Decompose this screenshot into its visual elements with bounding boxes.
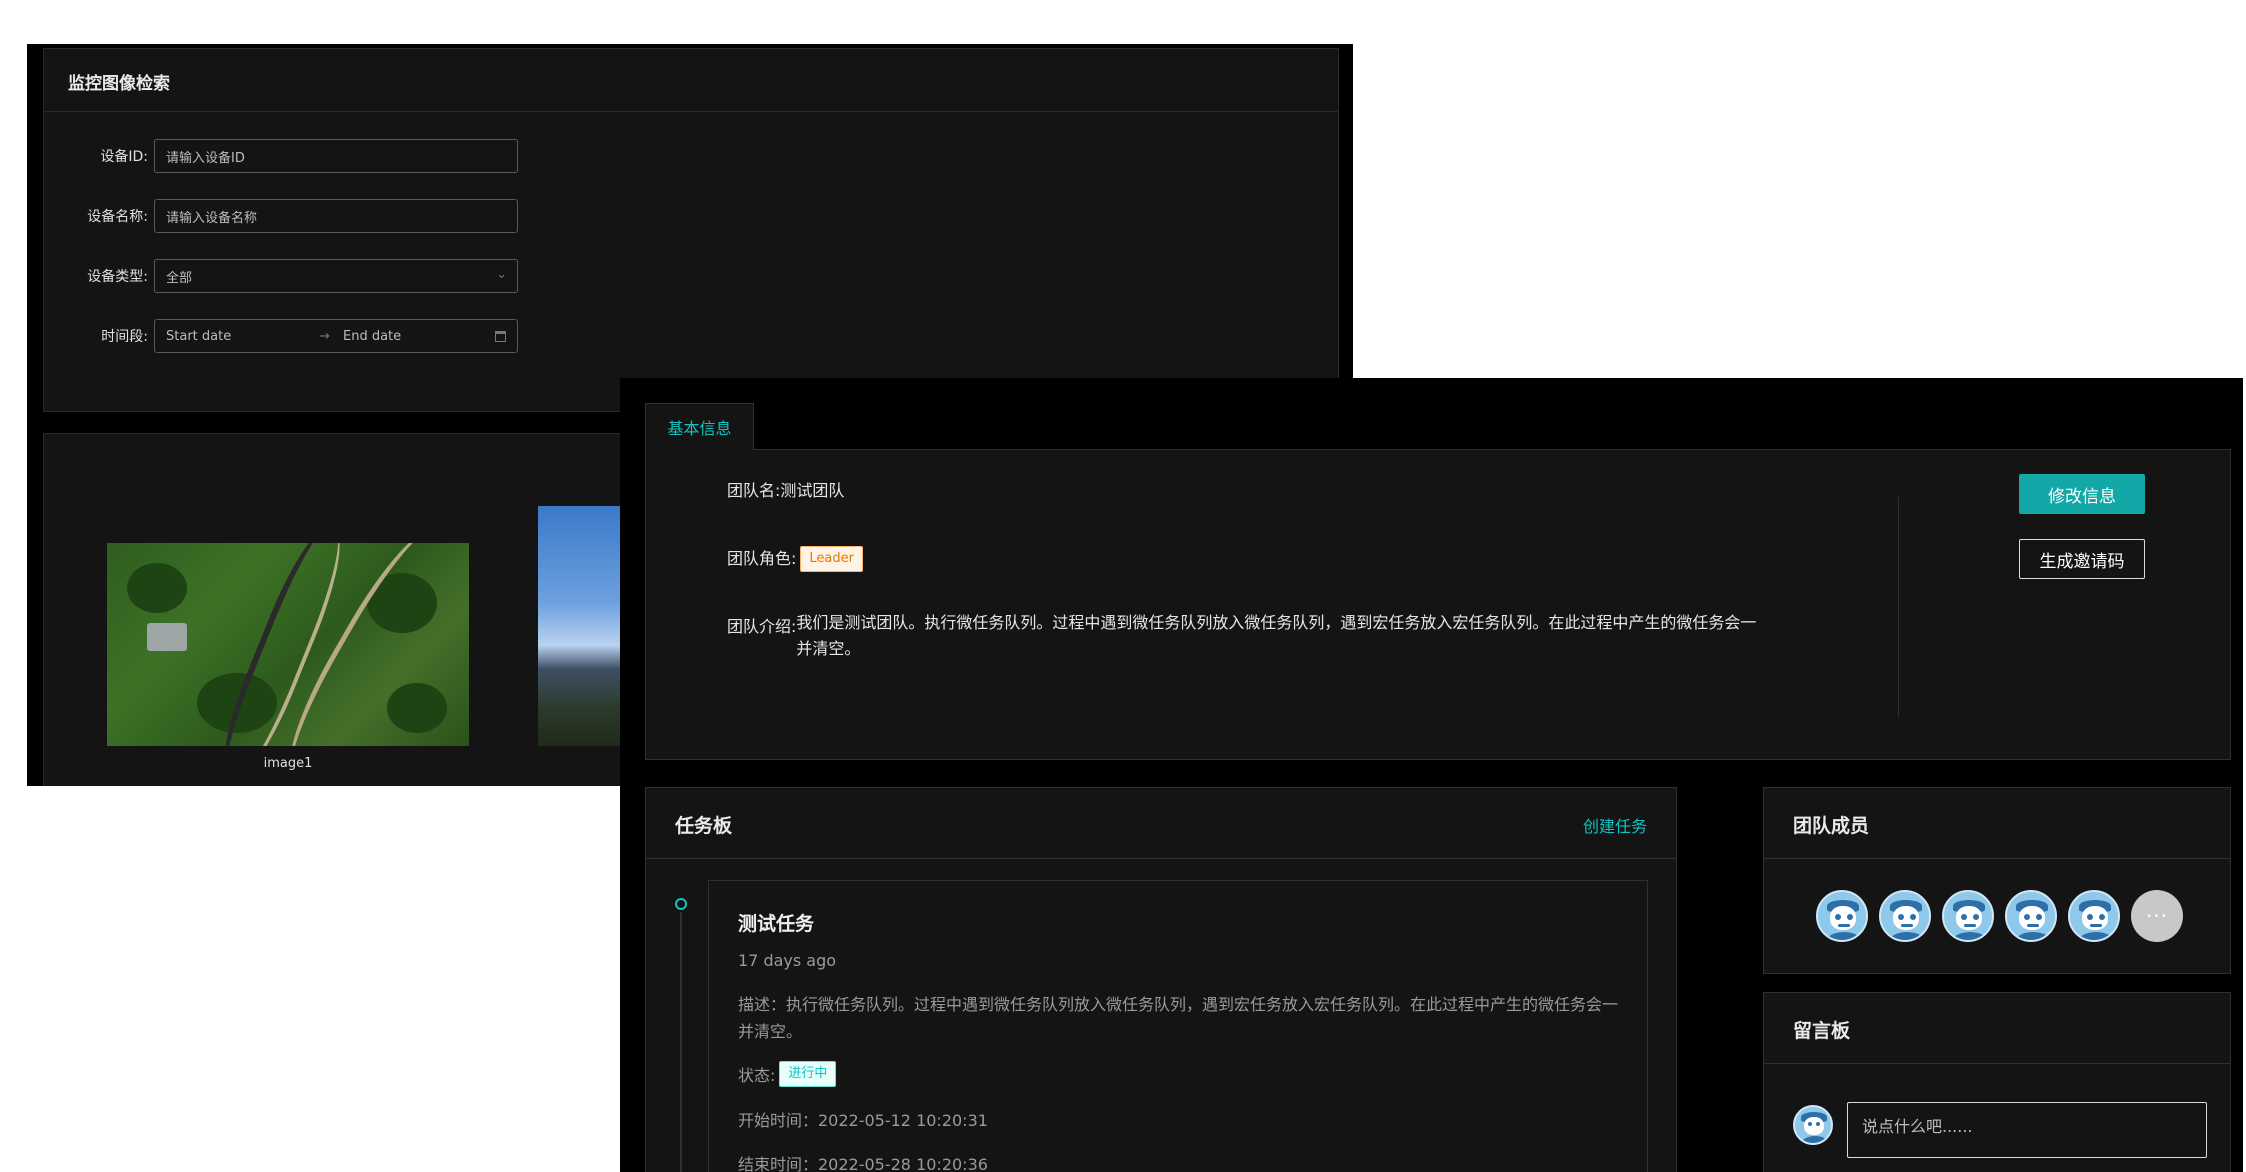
task-description: 描述：执行微任务队列。过程中遇到微任务队列放入微任务队列，遇到宏任务放入宏任务队… xyxy=(738,995,1619,1041)
member-avatar[interactable] xyxy=(2068,890,2120,942)
task-end-time: 结束时间：2022-05-28 10:20:36 xyxy=(738,1155,988,1172)
member-avatar[interactable] xyxy=(1879,890,1931,942)
team-name-label: 团队名: xyxy=(727,481,781,500)
team-intro-label: 团队介绍: xyxy=(727,617,797,636)
message-input[interactable]: 说点什么吧...... xyxy=(1847,1102,2207,1158)
timeline-dot xyxy=(675,898,687,910)
device-name-input[interactable]: 请输入设备名称 xyxy=(154,199,518,233)
device-id-input[interactable]: 请输入设备ID xyxy=(154,139,518,173)
field-device-id: 设备ID: 请输入设备ID xyxy=(44,139,518,173)
time-range-label: 时间段: xyxy=(101,329,148,345)
task-name: 测试任务 xyxy=(738,913,815,935)
device-id-label: 设备ID: xyxy=(100,149,148,165)
arrow-right-icon: → xyxy=(319,328,330,344)
member-avatar[interactable] xyxy=(1942,890,1994,942)
current-user-avatar xyxy=(1793,1105,1833,1145)
device-type-label: 设备类型: xyxy=(87,269,148,285)
more-members-icon[interactable]: ··· xyxy=(2131,890,2183,942)
task-board-card: 任务板 创建任务 测试任务 17 days ago 描述：执行微任务队列。过程中… xyxy=(645,787,1677,1172)
message-board-card: 留言板 说点什么吧...... xyxy=(1763,992,2231,1172)
team-intro-text: 我们是测试团队。执行微任务队列。过程中遇到微任务队列放入微任务队列，遇到宏任务放… xyxy=(796,613,1757,658)
member-avatar[interactable] xyxy=(2005,890,2057,942)
chevron-down-icon: ⌄ xyxy=(496,267,507,282)
message-board-title: 留言板 xyxy=(1793,1020,1851,1042)
role-tag: Leader xyxy=(800,546,863,572)
field-time-range: 时间段: Start date → End date xyxy=(44,319,518,353)
team-detail-window: 基本信息 团队名: 测试团队 团队角色: Leader 团队介绍: 我们是测试团… xyxy=(620,378,2243,1172)
date-range-picker[interactable]: Start date → End date xyxy=(154,319,518,353)
team-name-row: 团队名: 测试团队 xyxy=(727,478,844,504)
task-card[interactable]: 测试任务 17 days ago 描述：执行微任务队列。过程中遇到微任务队列放入… xyxy=(708,880,1648,1172)
image-caption: image1 xyxy=(263,756,313,771)
team-name-value: 测试团队 xyxy=(780,481,845,500)
search-title: 监控图像检索 xyxy=(68,74,170,94)
divider xyxy=(1898,497,1899,717)
tab-basic-info[interactable]: 基本信息 xyxy=(645,403,754,450)
members-title: 团队成员 xyxy=(1793,815,1870,837)
team-role-label: 团队角色: xyxy=(727,549,797,568)
divider xyxy=(44,111,1338,112)
field-device-type: 设备类型: 全部 ⌄ xyxy=(44,259,518,293)
task-relative-time: 17 days ago xyxy=(738,951,837,970)
edit-info-button[interactable]: 修改信息 xyxy=(2019,474,2145,514)
end-date-input[interactable]: End date xyxy=(343,329,401,344)
task-start-time: 开始时间：2022-05-12 10:20:31 xyxy=(738,1111,988,1130)
status-badge: 进行中 xyxy=(779,1061,837,1087)
basic-info-panel: 团队名: 测试团队 团队角色: Leader 团队介绍: 我们是测试团队。执行微… xyxy=(645,449,2231,760)
task-status-row: 状态: 进行中 xyxy=(738,1061,837,1087)
members-header: 团队成员 xyxy=(1764,788,2230,859)
team-intro-row: 团队介绍: 我们是测试团队。执行微任务队列。过程中遇到微任务队列放入微任务队列，… xyxy=(727,610,1756,662)
task-board-title: 任务板 xyxy=(675,815,733,837)
team-role-row: 团队角色: Leader xyxy=(727,546,863,572)
house-in-image xyxy=(147,623,187,651)
start-date-input[interactable]: Start date xyxy=(166,329,231,344)
device-type-select[interactable]: 全部 ⌄ xyxy=(154,259,518,293)
task-board-header: 任务板 创建任务 xyxy=(646,788,1676,859)
message-board-header: 留言板 xyxy=(1764,993,2230,1064)
invite-code-button[interactable]: 生成邀请码 xyxy=(2019,539,2145,579)
calendar-icon xyxy=(495,331,506,342)
member-avatar[interactable] xyxy=(1816,890,1868,942)
team-members-card: 团队成员 ··· xyxy=(1763,787,2231,974)
timeline-line xyxy=(680,912,682,1172)
create-task-link[interactable]: 创建任务 xyxy=(1583,813,1647,837)
forest-road-image[interactable] xyxy=(107,543,469,746)
device-name-label: 设备名称: xyxy=(87,209,148,225)
task-status-label: 状态: xyxy=(738,1066,776,1085)
search-form-card: 监控图像检索 设备ID: 请输入设备ID 设备名称: 请输入设备名称 设备类型:… xyxy=(43,48,1353,417)
field-device-name: 设备名称: 请输入设备名称 xyxy=(44,199,518,233)
